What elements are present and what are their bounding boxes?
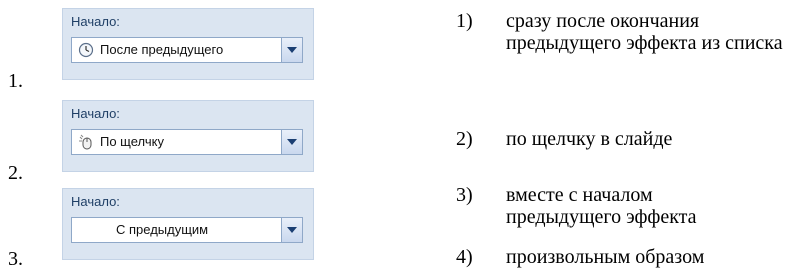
chevron-down-icon	[287, 139, 297, 145]
dropdown-arrow-button[interactable]	[281, 38, 302, 62]
start-dropdown-value: С предыдущим	[116, 222, 209, 237]
start-label: Начало:	[71, 194, 120, 209]
option-number: 1)	[456, 10, 473, 32]
dropdown-arrow-button[interactable]	[281, 218, 302, 242]
start-dropdown-value: По щелчку	[100, 134, 164, 149]
option-text: вместе с началом предыдущего эффекта	[506, 184, 697, 228]
mouse-click-icon	[78, 134, 94, 150]
option-text: сразу после окончания предыдущего эффект…	[506, 10, 783, 54]
option-text: произвольным образом	[506, 246, 705, 268]
start-panel-1: Начало: После предыдущего	[62, 8, 314, 80]
option-number: 3)	[456, 184, 473, 206]
option-number: 4)	[456, 246, 473, 268]
start-label: Начало:	[71, 106, 120, 121]
item-number-2: 2.	[8, 162, 23, 184]
start-dropdown[interactable]: По щелчку	[71, 129, 303, 155]
start-panel-2: Начало: По щелчку	[62, 100, 314, 172]
option-text: по щелчку в слайде	[506, 128, 673, 150]
start-dropdown[interactable]: После предыдущего	[71, 37, 303, 63]
item-number-3: 3.	[8, 248, 23, 270]
start-label: Начало:	[71, 14, 120, 29]
start-dropdown-value: После предыдущего	[100, 42, 224, 57]
item-number-1: 1.	[8, 70, 23, 92]
chevron-down-icon	[287, 47, 297, 53]
start-dropdown[interactable]: С предыдущим	[71, 217, 303, 243]
dropdown-arrow-button[interactable]	[281, 130, 302, 154]
chevron-down-icon	[287, 227, 297, 233]
clock-icon	[78, 42, 94, 58]
option-number: 2)	[456, 128, 473, 150]
start-panel-3: Начало: С предыдущим	[62, 188, 314, 260]
